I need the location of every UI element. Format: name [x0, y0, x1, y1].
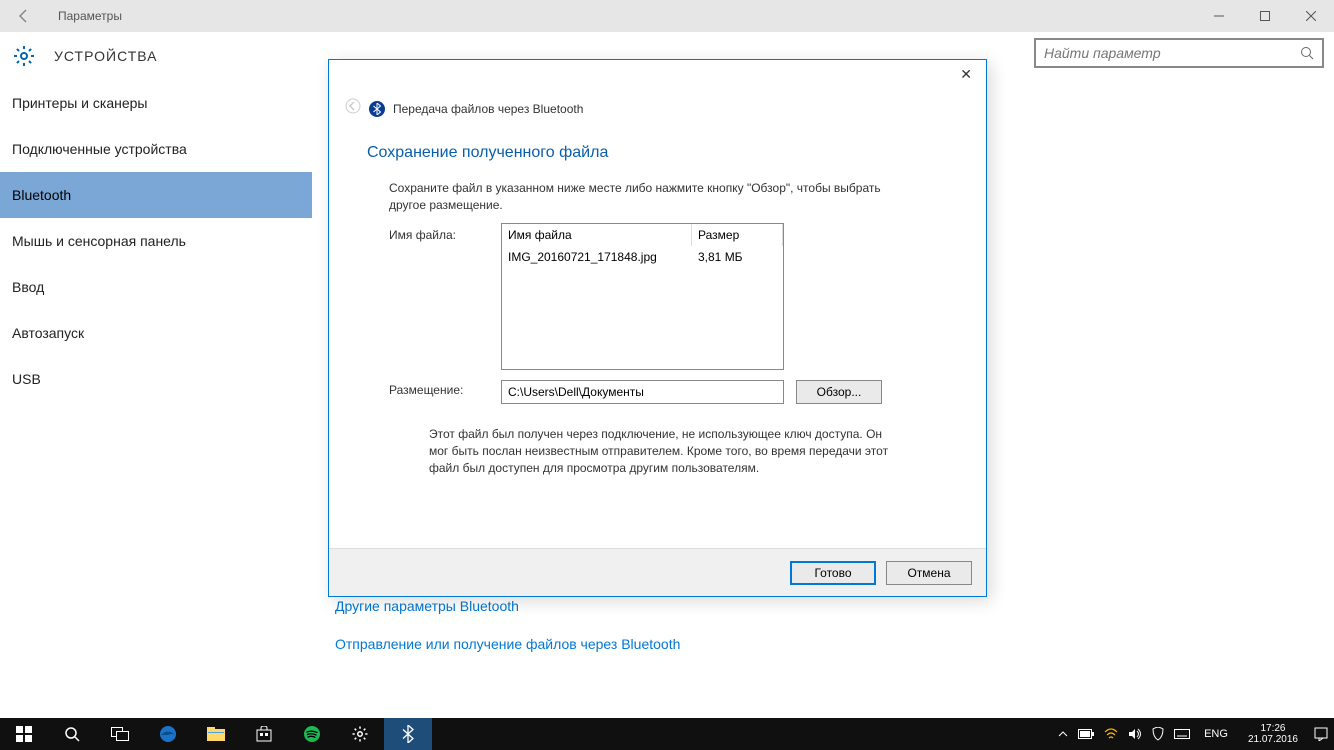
- dialog-footer: Готово Отмена: [329, 548, 986, 596]
- tray-volume-icon[interactable]: [1128, 728, 1142, 740]
- ok-button[interactable]: Готово: [790, 561, 876, 585]
- sidebar-item-typing[interactable]: Ввод: [0, 264, 312, 310]
- dialog-instruction: Сохраните файл в указанном ниже месте ли…: [389, 180, 889, 214]
- taskbar: ENG 17:26 21.07.2016: [0, 718, 1334, 750]
- dialog-titlebar: Передача файлов через Bluetooth: [345, 98, 583, 119]
- sidebar-item-label: Принтеры и сканеры: [12, 95, 147, 111]
- sidebar-item-label: Мышь и сенсорная панель: [12, 233, 186, 249]
- sidebar-item-label: Ввод: [12, 279, 44, 295]
- bluetooth-icon: [369, 101, 385, 117]
- cell-size: 3,81 МБ: [692, 250, 783, 264]
- taskbar-search-icon[interactable]: [48, 718, 96, 750]
- taskbar-app-explorer[interactable]: [192, 718, 240, 750]
- close-button[interactable]: [1288, 0, 1334, 32]
- sidebar-item-connected-devices[interactable]: Подключенные устройства: [0, 126, 312, 172]
- dialog-window-title: Передача файлов через Bluetooth: [393, 102, 583, 116]
- cell-filename: IMG_20160721_171848.jpg: [502, 250, 692, 264]
- minimize-button[interactable]: [1196, 0, 1242, 32]
- sidebar-item-label: Автозапуск: [12, 325, 84, 341]
- tray-language[interactable]: ENG: [1200, 728, 1232, 740]
- col-size[interactable]: Размер: [692, 224, 783, 246]
- tray-keyboard-icon[interactable]: [1174, 729, 1190, 739]
- file-name-label: Имя файла:: [389, 228, 456, 242]
- sidebar-item-label: Подключенные устройства: [12, 141, 187, 157]
- gear-icon[interactable]: [10, 42, 38, 70]
- task-view-icon[interactable]: [96, 718, 144, 750]
- dialog-heading: Сохранение полученного файла: [367, 144, 608, 162]
- sidebar-item-printers[interactable]: Принтеры и сканеры: [0, 80, 312, 126]
- section-title: УСТРОЙСТВА: [38, 48, 157, 64]
- taskbar-app-settings[interactable]: [336, 718, 384, 750]
- start-button[interactable]: [0, 718, 48, 750]
- window-title: Параметры: [48, 9, 122, 23]
- titlebar: Параметры: [0, 0, 1334, 32]
- sidebar-item-bluetooth[interactable]: Bluetooth: [0, 172, 312, 218]
- bluetooth-transfer-dialog: ✕ Передача файлов через Bluetooth Сохран…: [328, 59, 987, 597]
- location-label: Размещение:: [389, 383, 463, 397]
- file-table: Имя файла Размер IMG_20160721_171848.jpg…: [501, 223, 784, 370]
- tray-date: 21.07.2016: [1248, 734, 1298, 745]
- sidebar-item-mouse[interactable]: Мышь и сенсорная панель: [0, 218, 312, 264]
- sidebar-item-usb[interactable]: USB: [0, 356, 312, 402]
- settings-window: Параметры УСТРОЙСТВА Принтеры и сканеры: [0, 0, 1334, 718]
- system-tray: ENG 17:26 21.07.2016: [1058, 718, 1334, 750]
- sidebar: Принтеры и сканеры Подключенные устройст…: [0, 80, 312, 402]
- taskbar-app-edge[interactable]: [144, 718, 192, 750]
- table-row[interactable]: IMG_20160721_171848.jpg 3,81 МБ: [502, 246, 783, 268]
- col-filename[interactable]: Имя файла: [502, 224, 692, 246]
- window-controls: [1196, 0, 1334, 32]
- back-button[interactable]: [0, 0, 48, 32]
- link-more-bluetooth[interactable]: Другие параметры Bluetooth: [335, 598, 680, 614]
- taskbar-app-spotify[interactable]: [288, 718, 336, 750]
- browse-button[interactable]: Обзор...: [796, 380, 882, 404]
- search-icon[interactable]: [1292, 46, 1322, 60]
- tray-chevron-icon[interactable]: [1058, 729, 1068, 739]
- warning-text: Этот файл был получен через подключение,…: [429, 426, 889, 476]
- search-box[interactable]: [1034, 38, 1324, 68]
- tray-clock[interactable]: 17:26 21.07.2016: [1242, 723, 1304, 745]
- tray-notifications-icon[interactable]: [1314, 727, 1328, 741]
- cancel-button[interactable]: Отмена: [886, 561, 972, 585]
- sidebar-item-label: USB: [12, 371, 41, 387]
- link-send-receive[interactable]: Отправление или получение файлов через B…: [335, 636, 680, 652]
- tray-battery-icon[interactable]: [1078, 729, 1094, 739]
- related-links: Другие параметры Bluetooth Отправление и…: [335, 598, 680, 674]
- tray-time: 17:26: [1248, 723, 1298, 734]
- dialog-close-button[interactable]: ✕: [960, 66, 972, 83]
- search-input[interactable]: [1036, 45, 1292, 61]
- maximize-button[interactable]: [1242, 0, 1288, 32]
- taskbar-app-store[interactable]: [240, 718, 288, 750]
- dialog-back-icon[interactable]: [345, 98, 361, 119]
- sidebar-item-autoplay[interactable]: Автозапуск: [0, 310, 312, 356]
- taskbar-app-bluetooth[interactable]: [384, 718, 432, 750]
- tray-defender-icon[interactable]: [1152, 727, 1164, 741]
- location-input[interactable]: [501, 380, 784, 404]
- tray-wifi-icon[interactable]: [1104, 728, 1118, 740]
- file-table-header: Имя файла Размер: [502, 224, 783, 246]
- sidebar-item-label: Bluetooth: [12, 187, 71, 203]
